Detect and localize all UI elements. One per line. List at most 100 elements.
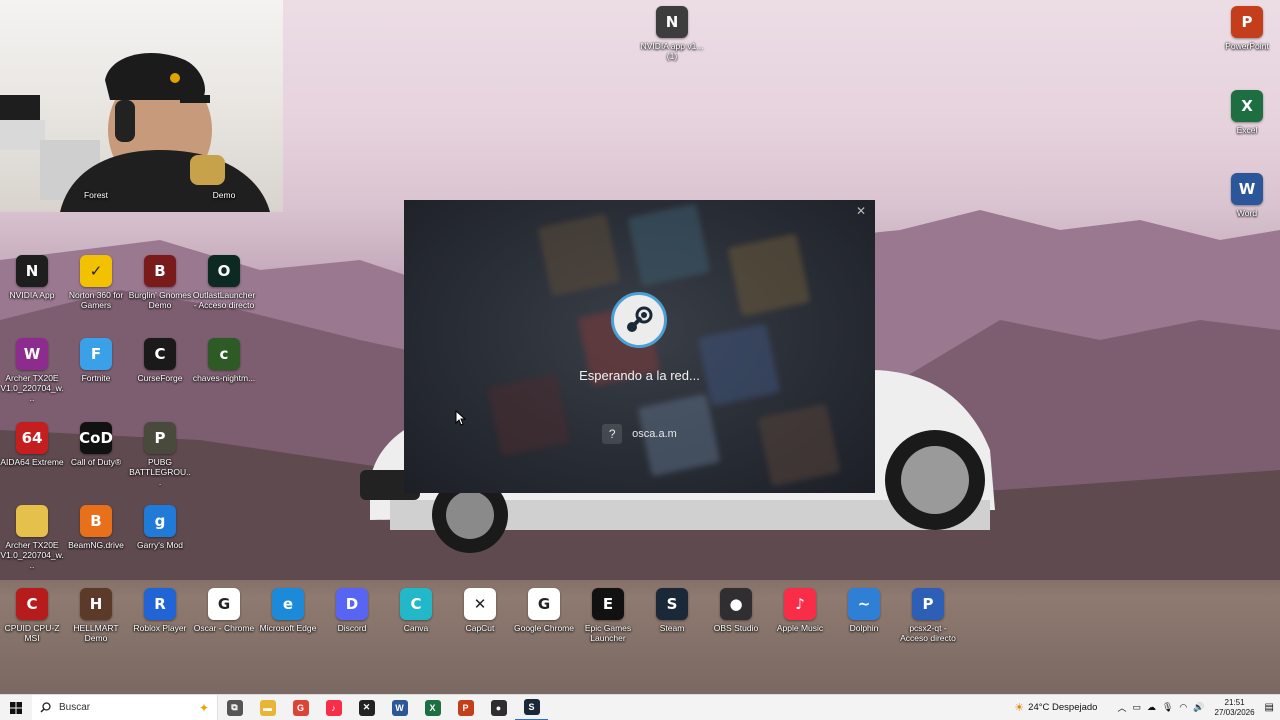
desktop-icon[interactable]: S Steam	[640, 588, 704, 633]
desktop-icon[interactable]: R Roblox Player	[128, 588, 192, 633]
desktop-icon[interactable]: X Excel	[1215, 90, 1279, 135]
taskbar-obs-button[interactable]: ●	[482, 695, 515, 720]
desktop-icon[interactable]: B BeamNG.drive	[64, 505, 128, 550]
network-icon[interactable]: ▭	[1132, 702, 1141, 713]
taskbar-excel-button[interactable]: X	[416, 695, 449, 720]
app-icon: W	[16, 338, 48, 370]
desktop-icon[interactable]: Forest	[64, 190, 128, 200]
desktop-icon[interactable]: P PowerPoint	[1215, 6, 1279, 51]
app-icon: g	[144, 505, 176, 537]
desktop-icon[interactable]: ✓ Norton 360 for Gamers	[64, 255, 128, 310]
taskbar-capcut-button[interactable]: ✕	[350, 695, 383, 720]
chrome-icon: G	[292, 699, 309, 716]
taskbar-steam-button[interactable]: S	[515, 695, 548, 720]
desktop-icon[interactable]: C CurseForge	[128, 338, 192, 383]
desktop-icon[interactable]: H HELLMART Demo	[64, 588, 128, 643]
volume-icon[interactable]: 🔊	[1193, 702, 1204, 713]
microphone-icon[interactable]: 🎙	[1162, 702, 1173, 713]
desktop-icon-label: Epic Games Launcher	[584, 623, 632, 643]
desktop-icon[interactable]: ✕ CapCut	[448, 588, 512, 633]
desktop-icon[interactable]: G Google Chrome	[512, 588, 576, 633]
chevron-up-icon[interactable]: ︿	[1117, 701, 1126, 714]
capcut-icon: ✕	[358, 699, 375, 716]
desktop-icon-label: Oscar - Chrome	[193, 623, 255, 633]
app-icon: B	[80, 505, 112, 537]
app-icon: e	[272, 588, 304, 620]
app-icon: C	[16, 588, 48, 620]
close-button[interactable]: ✕	[853, 203, 869, 219]
app-icon: C	[400, 588, 432, 620]
clock[interactable]: 21:51 27/03/2026	[1211, 698, 1259, 718]
app-icon	[16, 505, 48, 537]
app-icon: S	[656, 588, 688, 620]
desktop-icon[interactable]: W Word	[1215, 173, 1279, 218]
search-input[interactable]	[59, 702, 169, 713]
desktop-icon[interactable]: ~ Dolphin	[832, 588, 896, 633]
taskbar-file-explorer-button[interactable]: ▬	[251, 695, 284, 720]
excel-icon: X	[424, 699, 441, 716]
desktop-icon[interactable]: 64 AIDA64 Extreme	[0, 422, 64, 467]
desktop-icon[interactable]: ♪ Apple Music	[768, 588, 832, 633]
desktop-icon-label: AIDA64 Extreme	[0, 457, 64, 467]
desktop-icon[interactable]: D Discord	[320, 588, 384, 633]
desktop-icon[interactable]: N NVIDIA app v1... (1)	[640, 6, 704, 61]
taskbar-apple-music-button[interactable]: ♪	[317, 695, 350, 720]
taskbar-task-view-button[interactable]: ⧉	[218, 695, 251, 720]
app-icon: X	[1231, 90, 1263, 122]
app-icon: F	[80, 338, 112, 370]
desktop-icon[interactable]: c chaves-nightm...	[192, 338, 256, 383]
account-row[interactable]: ? osca.a.m	[404, 424, 875, 444]
app-icon: P	[912, 588, 944, 620]
taskbar-chrome-button[interactable]: G	[284, 695, 317, 720]
desktop-icon[interactable]: N NVIDIA App	[0, 255, 64, 300]
notification-icon[interactable]: ▤	[1265, 702, 1274, 713]
steam-icon: S	[523, 698, 540, 715]
weather-text: 24°C Despejado	[1028, 702, 1098, 713]
desktop-icon[interactable]: ● OBS Studio	[704, 588, 768, 633]
webcam-overlay	[0, 0, 283, 212]
app-icon: G	[208, 588, 240, 620]
app-icon: R	[144, 588, 176, 620]
desktop-icon-label: Roblox Player	[133, 623, 187, 633]
start-button[interactable]	[0, 695, 32, 720]
app-icon: c	[208, 338, 240, 370]
desktop-icon[interactable]: e Microsoft Edge	[256, 588, 320, 633]
onedrive-icon[interactable]: ☁	[1147, 702, 1156, 713]
desktop-icon-label: pcsx2-qt - Acceso directo	[900, 623, 956, 643]
desktop-icon[interactable]: B Burglin' Gnomes Demo	[128, 255, 192, 310]
desktop-icon[interactable]: g Garry's Mod	[128, 505, 192, 550]
desktop-icon-label: Canva	[403, 623, 429, 633]
app-icon: O	[208, 255, 240, 287]
desktop-icon[interactable]: Archer TX20E V1.0_220704_w...	[0, 505, 64, 570]
desktop-icon[interactable]: G Oscar - Chrome	[192, 588, 256, 633]
weather-widget[interactable]: ☀ 24°C Despejado	[1014, 701, 1097, 714]
desktop-icon-label: NVIDIA App	[9, 290, 55, 300]
account-help-icon[interactable]: ?	[602, 424, 623, 444]
app-icon: E	[592, 588, 624, 620]
desktop-icon-label: NVIDIA app v1... (1)	[640, 41, 704, 61]
taskbar: ✦ ⧉ ▬ G ♪ ✕ WXP ● S ☀ 24°C Despejado ︿ ▭ ☁ 🎙 ◠ …	[0, 694, 1280, 720]
desktop-icon[interactable]: CoD Call of Duty®	[64, 422, 128, 467]
desktop-icon[interactable]: O OutlastLauncher - Acceso directo	[192, 255, 256, 310]
desktop-icon[interactable]: P PUBG BATTLEGROU...	[128, 422, 192, 487]
account-name: osca.a.m	[632, 428, 677, 440]
taskbar-word-button[interactable]: W	[383, 695, 416, 720]
desktop-icon[interactable]: Demo	[192, 190, 256, 200]
desktop-icon[interactable]: E Epic Games Launcher	[576, 588, 640, 643]
desktop-icon[interactable]: C Canva	[384, 588, 448, 633]
app-icon: H	[80, 588, 112, 620]
steam-logo-icon	[611, 292, 667, 348]
taskbar-search[interactable]: ✦	[32, 694, 218, 720]
desktop-icon[interactable]: Ppcsx2-qt - Acceso directo	[896, 588, 960, 643]
steam-login-dialog: ✕ Esperando a la red... ? osca.a.m	[404, 200, 875, 493]
taskbar-powerpoint-button[interactable]: P	[449, 695, 482, 720]
desktop-icon-label: CurseForge	[137, 373, 183, 383]
file-explorer-icon: ▬	[259, 699, 276, 716]
desktop-icon[interactable]: W Archer TX20E V1.0_220704_w...	[0, 338, 64, 403]
desktop-icon[interactable]: F Fortnite	[64, 338, 128, 383]
wifi-icon[interactable]: ◠	[1179, 702, 1187, 713]
desktop-icon-label: Microsoft Edge	[259, 623, 317, 633]
app-icon: P	[1231, 6, 1263, 38]
desktop-icon[interactable]: C CPUID CPU-Z MSI	[0, 588, 64, 643]
app-icon: D	[336, 588, 368, 620]
